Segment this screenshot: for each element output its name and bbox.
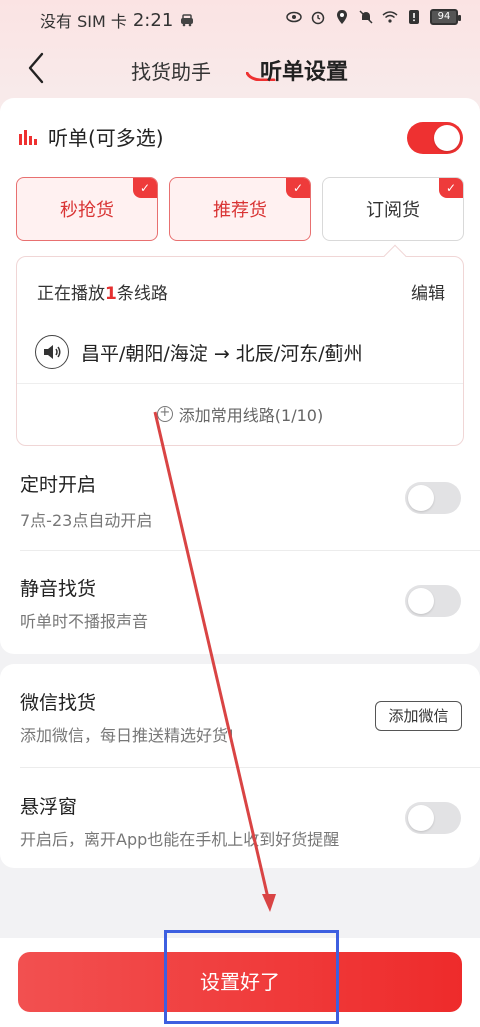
divider (20, 550, 480, 551)
eye-icon (286, 11, 302, 23)
speaker-icon[interactable] (35, 335, 69, 369)
location-icon (337, 10, 347, 24)
chip-label: 订阅货 (366, 200, 420, 221)
floating-window-title: 悬浮窗 (20, 796, 78, 818)
route-panel: 正在播放1条线路 编辑 昌平/朝阳/海淀 → 北辰/河东/蓟州 + 添加常用线路… (16, 244, 464, 446)
tab-finder-assistant[interactable]: 找货助手 (131, 56, 211, 85)
status-bar: 没有 SIM 卡 2:21 94 (0, 0, 480, 36)
add-route-label: 添加常用线路(1/10) (178, 406, 324, 425)
timed-start-toggle[interactable] (405, 482, 461, 514)
playing-count: 1 (105, 284, 117, 304)
floating-window-toggle[interactable] (405, 802, 461, 834)
toggle-knob (408, 485, 434, 511)
chip-subscribed-goods[interactable]: 订阅货 ✓ (322, 177, 464, 241)
listen-toggle[interactable] (407, 122, 463, 154)
header: 找货助手 听单设置 (0, 38, 480, 98)
add-wechat-button[interactable]: 添加微信 (375, 701, 462, 731)
listen-header: 听单(可多选) (18, 122, 164, 151)
playing-prefix: 正在播放 (37, 284, 105, 304)
listen-title: 听单(可多选) (48, 126, 164, 150)
edit-routes-link[interactable]: 编辑 (411, 279, 445, 304)
check-icon: ✓ (286, 178, 310, 198)
silent-mode-toggle[interactable] (405, 585, 461, 617)
battery-icon: 94 (430, 9, 461, 25)
toggle-knob (408, 805, 434, 831)
annotation-highlight-box (164, 930, 339, 1024)
chip-recommended-goods[interactable]: 推荐货 ✓ (169, 177, 311, 241)
divider (20, 767, 480, 768)
add-route-button[interactable]: + 添加常用线路(1/10) (17, 402, 463, 426)
toggle-knob (408, 588, 434, 614)
timed-start-subtitle: 7点-23点自动开启 (20, 511, 153, 530)
chip-flash-goods[interactable]: 秒抢货 ✓ (16, 177, 158, 241)
wifi-icon (382, 11, 398, 23)
playing-suffix: 条线路 (116, 284, 168, 304)
arrow-head-icon (262, 894, 276, 912)
chip-label: 秒抢货 (60, 200, 114, 221)
check-icon: ✓ (439, 178, 463, 198)
alert-icon (409, 10, 419, 24)
chevron-left-icon[interactable] (22, 50, 52, 86)
carrier-label: 没有 SIM 卡 (40, 12, 127, 31)
silent-mode-title: 静音找货 (20, 578, 97, 600)
divider (17, 383, 463, 384)
check-icon: ✓ (133, 178, 157, 198)
playing-status: 正在播放1条线路 (37, 279, 168, 304)
car-icon (181, 14, 194, 27)
wechat-subtitle: 添加微信，每日推送精选好货! (20, 726, 235, 745)
route-text: 昌平/朝阳/海淀 → 北辰/河东/蓟州 (81, 342, 363, 365)
tab-listen-settings[interactable]: 听单设置 (260, 54, 348, 86)
clock: 2:21 (132, 9, 174, 31)
bar-chart-icon (19, 129, 37, 145)
plus-circle-icon: + (156, 406, 173, 422)
route-item[interactable]: 昌平/朝阳/海淀 → 北辰/河东/蓟州 (35, 335, 363, 369)
timed-start-title: 定时开启 (20, 474, 97, 496)
floating-window-subtitle: 开启后，离开App也能在手机上收到好货提醒 (20, 830, 340, 849)
chip-label: 推荐货 (213, 200, 267, 221)
wechat-title: 微信找货 (20, 692, 97, 714)
silent-mode-subtitle: 听单时不播报声音 (20, 612, 149, 631)
alarm-icon (311, 11, 325, 25)
mute-bell-icon (359, 10, 373, 24)
toggle-knob (434, 125, 460, 151)
